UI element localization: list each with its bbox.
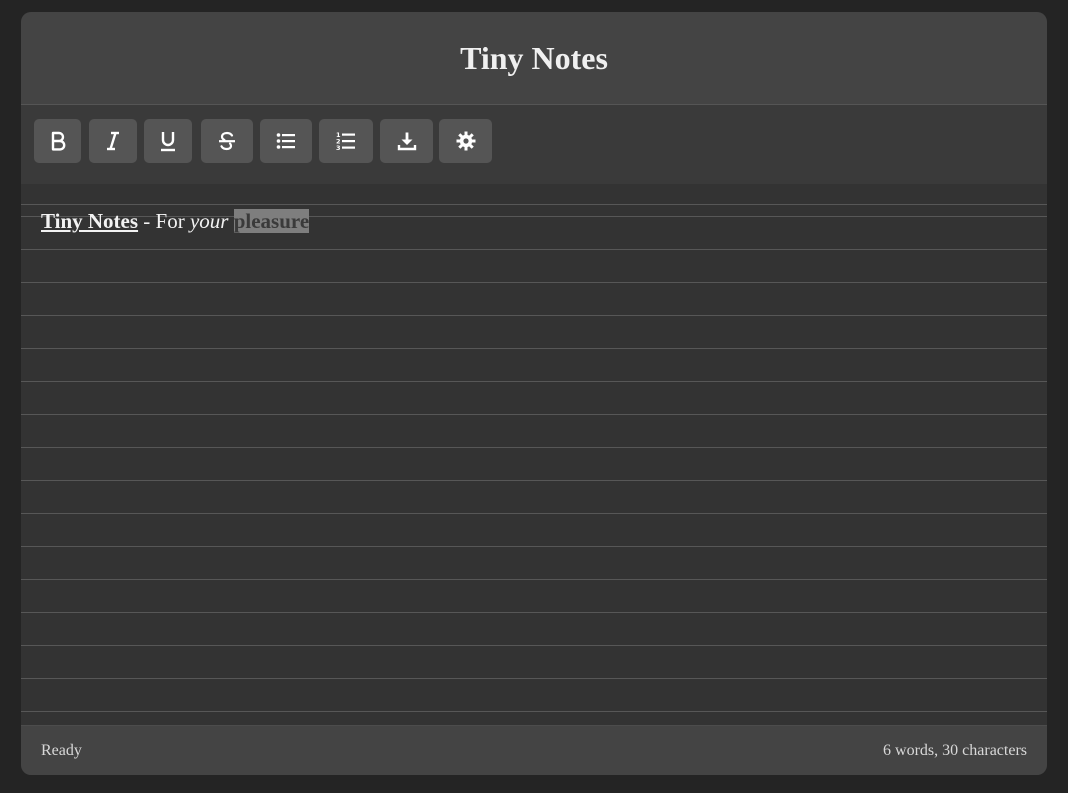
note-title-text[interactable]: Tiny Notes	[41, 209, 138, 233]
app-header: Tiny Notes	[21, 12, 1047, 105]
strikethrough-button[interactable]	[201, 119, 253, 163]
italic-button[interactable]	[89, 119, 137, 163]
notes-app-window: Tiny Notes 1 2 3 Tiny Notes - For your p…	[21, 12, 1047, 775]
underline-button[interactable]	[144, 119, 192, 163]
numbered-list-icon: 1 2 3	[336, 131, 355, 151]
note-italic-text[interactable]: your	[190, 209, 229, 233]
note-space[interactable]	[228, 209, 233, 233]
numbered-list-button[interactable]: 1 2 3	[319, 119, 373, 163]
note-content[interactable]: Tiny Notes - For your pleasure	[41, 205, 310, 237]
app-title: Tiny Notes	[460, 39, 608, 76]
note-plain-text[interactable]: - For	[138, 209, 190, 233]
bullet-list-button[interactable]	[260, 119, 312, 163]
gear-icon	[456, 131, 475, 151]
status-bar: Ready 6 words, 30 characters	[21, 725, 1047, 775]
download-icon	[397, 132, 416, 151]
status-text: Ready	[41, 741, 82, 759]
svg-text:3: 3	[336, 144, 341, 151]
underline-icon	[161, 132, 175, 152]
settings-button[interactable]	[439, 119, 492, 163]
word-count: 6 words, 30 characters	[883, 741, 1027, 759]
formatting-toolbar: 1 2 3	[21, 105, 1047, 185]
bold-button[interactable]	[34, 119, 81, 163]
note-editor[interactable]: Tiny Notes - For your pleasure	[21, 184, 1047, 723]
download-button[interactable]	[380, 119, 433, 163]
strikethrough-icon	[219, 131, 235, 151]
bullet-list-icon	[276, 133, 295, 149]
italic-icon	[107, 131, 119, 151]
note-selected-text[interactable]: pleasure	[233, 209, 310, 233]
bold-icon	[51, 131, 65, 151]
